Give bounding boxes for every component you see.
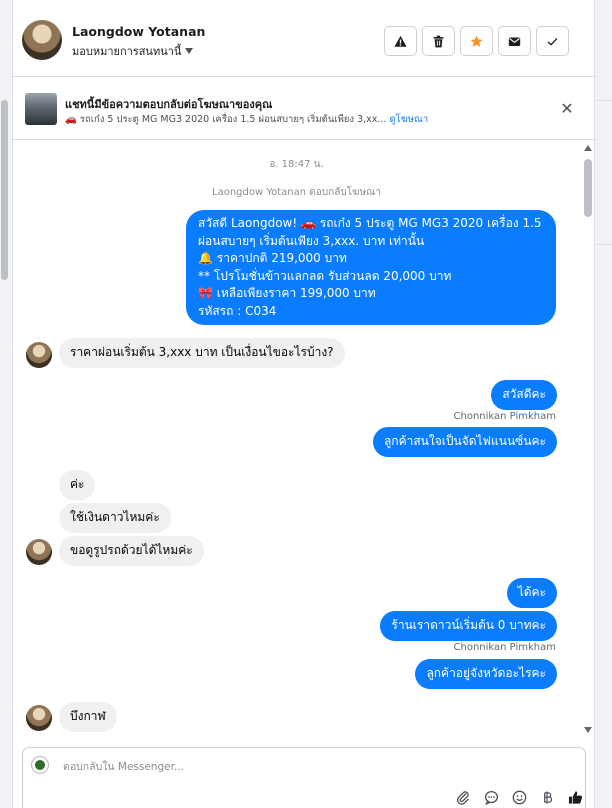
thumbs-up-icon[interactable] <box>566 788 584 806</box>
right-page-edge <box>596 0 612 808</box>
ad-welcome-message[interactable]: สวัสดี Laongdow! 🚗 รถเก๋ง 5 ประตู MG MG3… <box>186 210 556 325</box>
checkmark-icon <box>547 37 558 46</box>
ad-summary: 🚗 รถเก๋ง 5 ประตู MG MG3 2020 เครื่อง 1.5… <box>65 114 387 125</box>
composer-tools <box>454 788 584 806</box>
ad-message-line: รหัสรถ : C034 <box>198 303 277 318</box>
ad-banner-subtitle: 🚗 รถเก๋ง 5 ประตู MG MG3 2020 เครื่อง 1.5… <box>65 112 428 127</box>
agent-name: Chonnikan Pimkham <box>453 411 556 422</box>
customer-message[interactable]: ใช้เงินดาวไหมค่ะ <box>59 503 171 533</box>
ad-message-line: สวัสดี Laongdow! 🚗 รถเก๋ง 5 ประตู MG MG3… <box>198 216 542 230</box>
contact-avatar[interactable] <box>26 705 52 731</box>
customer-message[interactable]: ขอดูรูปรถด้วยได้ไหมค่ะ <box>59 536 204 566</box>
mark-unread-button[interactable] <box>498 26 531 56</box>
paperclip-icon[interactable] <box>454 788 472 806</box>
assign-conversation-dropdown[interactable]: มอบหมายการสนทนานี้ <box>72 42 194 60</box>
left-page-edge <box>0 0 12 808</box>
conversation-panel: Laongdow Yotanan มอบหมายการสนทนานี้ แชทน… <box>12 0 596 808</box>
chevron-down-icon <box>185 48 194 54</box>
star-button[interactable] <box>460 26 493 56</box>
agent-message[interactable]: ลูกค้าอยู่จังหวัดอะไรคะ <box>415 659 557 689</box>
done-button[interactable] <box>536 26 569 56</box>
report-button[interactable] <box>384 26 417 56</box>
close-icon[interactable]: ✕ <box>558 100 576 118</box>
agent-message[interactable]: ลูกค้าสนใจเป็นจัดไฟแนนซ์นคะ <box>372 427 557 457</box>
customer-message[interactable]: ราคาผ่อนเริ่มต้น 3,xxx บาท เป็นเงื่อนไขอ… <box>59 338 345 368</box>
ad-banner-title: แชทนี้มีข้อความตอบกลับต่อโฆษณาของคุณ <box>65 98 273 111</box>
assign-label: มอบหมายการสนทนานี้ <box>72 45 182 58</box>
delete-button[interactable] <box>422 26 455 56</box>
scroll-down-arrow-icon[interactable] <box>584 727 592 733</box>
ad-message-line: 🔔 ราคาปกติ 219,000 บาท <box>198 251 347 265</box>
ad-reply-banner: แชทนี้มีข้อความตอบกลับต่อโฆษณาของคุณ 🚗 ร… <box>13 78 596 140</box>
message-timestamp: อ. 18:47 น. <box>269 159 324 170</box>
ad-thumbnail[interactable] <box>25 93 57 125</box>
page-scrollbar[interactable] <box>1 100 8 280</box>
conversation-header: Laongdow Yotanan มอบหมายการสนทนานี้ <box>13 0 596 77</box>
contact-avatar[interactable] <box>22 20 62 60</box>
header-actions <box>384 26 569 56</box>
baht-icon[interactable] <box>538 788 556 806</box>
view-ad-link[interactable]: ดูโฆษณา <box>389 114 428 125</box>
ad-message-line: ** โปรโมชั่นข้าวแลกลด รับส่วนลด 20,000 บ… <box>198 268 452 283</box>
warning-icon <box>394 35 407 47</box>
ad-message-line: ผ่อนสบายๆ เริ่มต้นเพียง 3,xxx. บาท เท่าน… <box>198 233 425 248</box>
agent-message[interactable]: ร้านเราดาวน์เริ่มต้น 0 บาทคะ <box>380 611 557 641</box>
ad-message-line: 🎀 เหลือเพียงราคา 199,000 บาท <box>198 286 376 300</box>
agent-message[interactable]: ได้คะ <box>506 578 557 608</box>
thread-scrollbar[interactable] <box>584 159 592 217</box>
reply-input[interactable] <box>63 758 463 776</box>
customer-message[interactable]: ค่ะ <box>59 470 96 500</box>
contact-name[interactable]: Laongdow Yotanan <box>72 24 205 39</box>
emoji-icon[interactable] <box>510 788 528 806</box>
chat-bubble-icon[interactable] <box>482 788 500 806</box>
contact-avatar[interactable] <box>26 342 52 368</box>
agent-name: Chonnikan Pimkham <box>453 642 556 653</box>
page-avatar-icon <box>31 756 49 774</box>
reply-composer <box>22 747 586 808</box>
scroll-up-arrow-icon[interactable] <box>584 145 592 151</box>
agent-message[interactable]: สวัสดีคะ <box>491 380 557 410</box>
message-thread[interactable]: อ. 18:47 น. Laongdow Yotanan ตอบกลับโฆษณ… <box>13 141 596 741</box>
trash-icon <box>433 35 444 47</box>
divider <box>596 244 612 245</box>
customer-message[interactable]: บึงกาฬ <box>59 702 117 732</box>
contact-avatar[interactable] <box>26 539 52 565</box>
ad-reply-note: Laongdow Yotanan ตอบกลับโฆษณา <box>212 187 381 198</box>
envelope-icon <box>508 36 521 46</box>
divider <box>596 100 612 101</box>
star-icon <box>470 35 483 47</box>
